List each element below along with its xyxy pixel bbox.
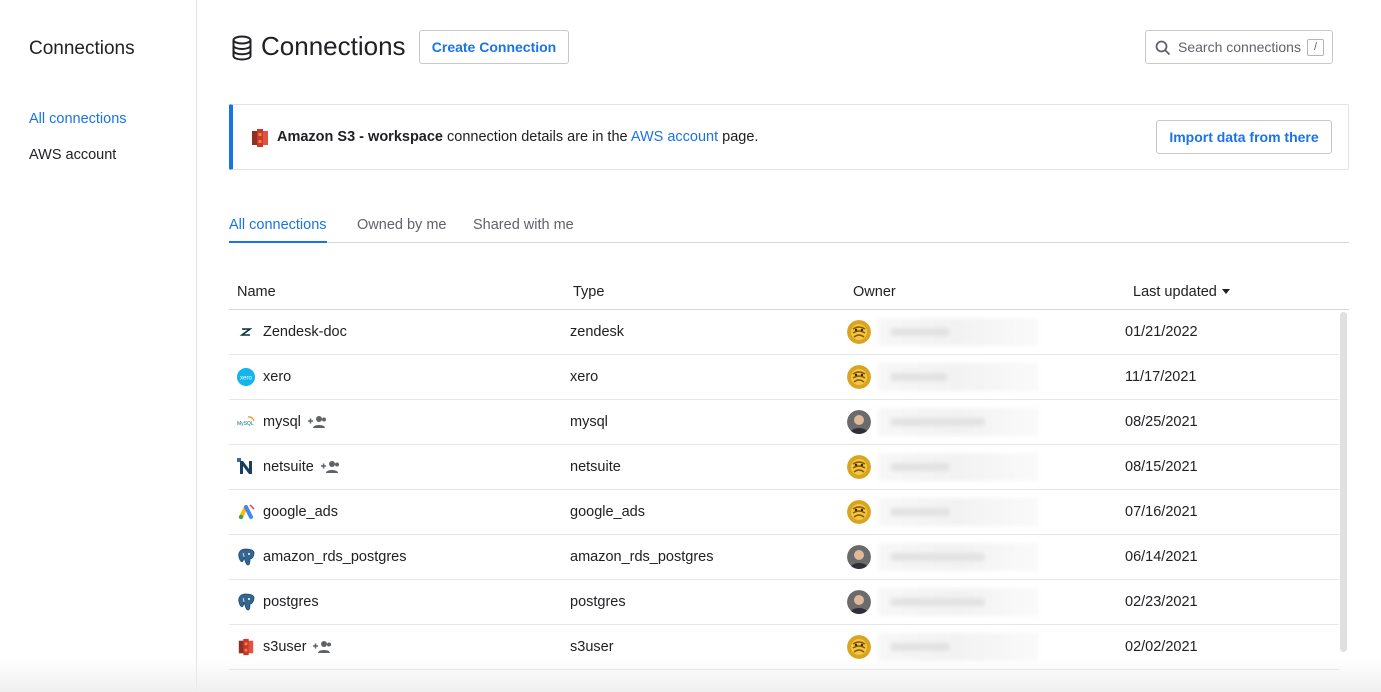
last-updated: 07/16/2021 (1125, 504, 1198, 520)
bee-avatar (847, 320, 871, 344)
connection-name[interactable]: mysql (263, 414, 301, 430)
page-title: Connections (261, 31, 406, 61)
connection-type: netsuite (570, 459, 621, 475)
connection-type: google_ads (570, 504, 645, 520)
aws-account-link[interactable]: AWS account (631, 129, 718, 145)
last-updated: 08/15/2021 (1125, 459, 1198, 475)
table-row[interactable]: MySQL mysql mysql 08/25/2021 (229, 400, 1339, 445)
person-avatar (847, 410, 871, 434)
postgres-icon (238, 593, 255, 611)
connection-type: xero (570, 369, 599, 385)
bee-avatar (847, 635, 871, 659)
banner-bold-text: Amazon S3 - workspace (277, 129, 443, 145)
column-header-type[interactable]: Type (573, 284, 604, 300)
connection-name[interactable]: google_ads (263, 504, 338, 520)
sidebar: Connections All connections AWS account (0, 0, 197, 692)
bee-avatar (847, 365, 871, 389)
svg-text:xero: xero (240, 376, 252, 382)
xero-icon: xero (237, 368, 255, 386)
last-updated: 01/21/2022 (1125, 324, 1198, 340)
owner-name-redacted (878, 363, 1039, 391)
connection-type: amazon_rds_postgres (570, 549, 714, 565)
owner-name-redacted (878, 633, 1039, 661)
banner-text-after-link: page. (718, 129, 759, 145)
table-row[interactable]: amazon_rds_postgres amazon_rds_postgres … (229, 535, 1339, 580)
connection-type: zendesk (570, 324, 625, 340)
last-updated: 02/02/2021 (1125, 639, 1198, 655)
shared-users-icon (308, 416, 326, 428)
last-updated: 11/17/2021 (1125, 369, 1197, 385)
owner-name-redacted (878, 453, 1039, 481)
connection-name[interactable]: xero (263, 369, 291, 385)
table-header: Name Type Owner Last updated (229, 280, 1349, 310)
banner-message: Amazon S3 - workspace connection details… (277, 129, 758, 145)
banner-text-before-link: connection details are in the (443, 129, 631, 145)
column-header-owner[interactable]: Owner (853, 284, 896, 300)
person-avatar (847, 545, 871, 569)
shared-users-icon (321, 461, 339, 473)
search-input[interactable] (1178, 37, 1303, 57)
google-ads-icon (238, 504, 255, 520)
bee-avatar (847, 455, 871, 479)
zendesk-icon (239, 328, 253, 336)
table-row[interactable]: netsuite netsuite 08/15/2021 (229, 445, 1339, 490)
search-box[interactable]: / (1145, 30, 1333, 64)
connection-type: postgres (570, 594, 626, 610)
tab-owned-by-me[interactable]: Owned by me (357, 217, 446, 233)
tab-shared-with-me[interactable]: Shared with me (473, 217, 574, 233)
last-updated: 06/14/2021 (1125, 549, 1198, 565)
postgres-icon (238, 548, 255, 566)
sort-descending-icon (1221, 289, 1230, 294)
owner-name-redacted (878, 408, 1039, 436)
column-header-name[interactable]: Name (237, 284, 276, 300)
owner-name-redacted (878, 318, 1039, 346)
sidebar-item-aws-account[interactable]: AWS account (29, 147, 116, 163)
connection-type: s3user (570, 639, 614, 655)
connection-name[interactable]: netsuite (263, 459, 314, 475)
shared-users-icon (313, 641, 331, 653)
tab-bar: All connections Owned by me Shared with … (229, 214, 1349, 243)
sidebar-title: Connections (29, 38, 135, 59)
table-scrollbar[interactable] (1340, 312, 1347, 652)
person-avatar (847, 590, 871, 614)
amazon-s3-icon (252, 129, 268, 147)
connection-type: mysql (570, 414, 608, 430)
search-icon (1155, 40, 1171, 56)
mysql-icon: MySQL (237, 416, 255, 427)
netsuite-icon (237, 458, 252, 474)
amazon-s3-icon (238, 638, 254, 656)
main-content: Connections Create Connection / Amazon S… (229, 0, 1349, 692)
column-header-last-updated-label: Last updated (1133, 284, 1217, 300)
connection-name[interactable]: postgres (263, 594, 319, 610)
column-header-last-updated[interactable]: Last updated (1133, 284, 1230, 300)
table-row[interactable]: s3user s3user 02/02/2021 (229, 625, 1339, 670)
svg-text:MySQL: MySQL (237, 421, 254, 427)
create-connection-button[interactable]: Create Connection (419, 30, 569, 64)
connection-name[interactable]: amazon_rds_postgres (263, 549, 406, 565)
search-shortcut-hint: / (1307, 39, 1324, 56)
tab-all-connections[interactable]: All connections (229, 217, 327, 243)
last-updated: 08/25/2021 (1125, 414, 1198, 430)
bee-avatar (847, 500, 871, 524)
owner-name-redacted (878, 588, 1039, 616)
last-updated: 02/23/2021 (1125, 594, 1198, 610)
owner-name-redacted (878, 498, 1039, 526)
connection-name[interactable]: Zendesk-doc (263, 324, 347, 340)
sidebar-item-all-connections[interactable]: All connections (29, 111, 127, 127)
import-data-button[interactable]: Import data from there (1156, 120, 1332, 154)
connection-name[interactable]: s3user (263, 639, 307, 655)
table-row[interactable]: xero xero xero 11/17/2021 (229, 355, 1339, 400)
info-banner: Amazon S3 - workspace connection details… (229, 104, 1349, 170)
table-body: Zendesk-doc zendesk 01/21/2022 xero xero… (229, 310, 1339, 670)
owner-name-redacted (878, 543, 1039, 571)
table-row[interactable]: Zendesk-doc zendesk 01/21/2022 (229, 310, 1339, 355)
table-row[interactable]: postgres postgres 02/23/2021 (229, 580, 1339, 625)
table-row[interactable]: google_ads google_ads 07/16/2021 (229, 490, 1339, 535)
database-icon (232, 35, 252, 61)
